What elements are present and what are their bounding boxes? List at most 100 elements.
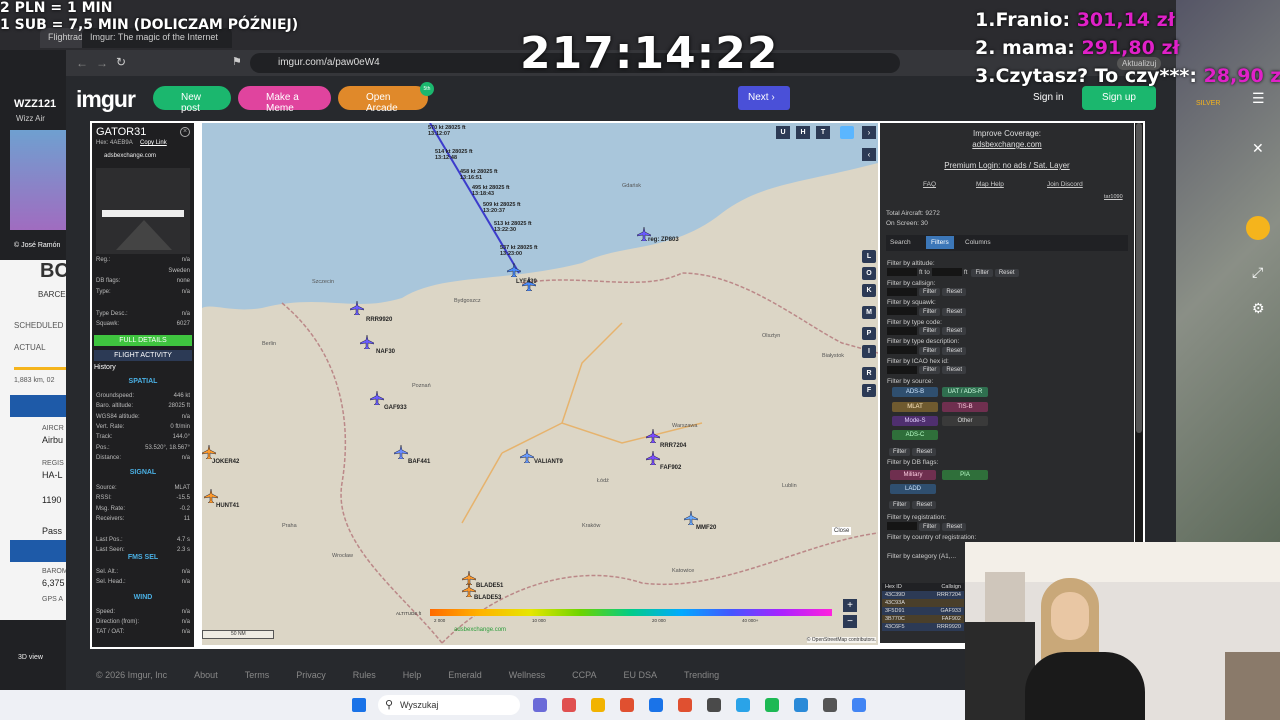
filter-button[interactable]: Filter xyxy=(889,448,911,456)
copy-link[interactable]: Copy Link xyxy=(140,140,167,146)
map-side-button[interactable]: O xyxy=(862,267,876,280)
table-row[interactable]: 43C93A xyxy=(882,599,964,607)
faq-link[interactable]: FAQ xyxy=(923,181,936,188)
footer-link[interactable]: Terms xyxy=(245,670,270,680)
open-arcade-button[interactable]: Open Arcade xyxy=(338,86,428,114)
filter-input[interactable] xyxy=(887,307,917,315)
lightroom-icon[interactable] xyxy=(823,698,837,712)
reset-button[interactable]: Reset xyxy=(942,346,967,355)
aircraft-icon[interactable] xyxy=(393,444,409,460)
settings-icon[interactable]: ⚙ xyxy=(1252,300,1265,317)
filter-button[interactable]: Filter xyxy=(919,522,941,531)
bookmark-icon[interactable]: ⚑ xyxy=(232,55,242,68)
filter-button[interactable]: Filter xyxy=(919,327,941,336)
table-row[interactable]: 43C39D RRR7204 xyxy=(882,591,964,599)
db-flag-tag[interactable]: Military xyxy=(890,470,936,480)
aircraft-icon[interactable] xyxy=(203,488,219,504)
source-filter-tag[interactable]: ADS-B xyxy=(892,387,938,397)
aircraft-icon[interactable] xyxy=(645,428,661,444)
close-icon[interactable]: ✕ xyxy=(1252,140,1264,157)
footer-link[interactable]: Privacy xyxy=(296,670,326,680)
aircraft-icon[interactable] xyxy=(349,300,365,316)
filter-input-max[interactable] xyxy=(931,268,962,276)
flight-map[interactable]: 570 kt 28025 ft 13:12:07 514 kt 28025 ft … xyxy=(202,123,878,645)
filter-button[interactable]: Filter xyxy=(919,366,941,375)
new-post-button[interactable]: New post xyxy=(153,86,231,114)
reset-button[interactable]: Reset xyxy=(912,501,937,509)
collapse-icon[interactable]: › xyxy=(862,126,876,139)
next-button[interactable]: Next › xyxy=(738,86,790,110)
improve-coverage-link[interactable]: adsbexchange.com xyxy=(880,140,1134,149)
make-meme-button[interactable]: Make a Meme xyxy=(238,86,331,114)
chrome-icon[interactable] xyxy=(852,698,866,712)
map-side-button[interactable]: K xyxy=(862,284,876,297)
store-icon[interactable] xyxy=(649,698,663,712)
taskbar-search[interactable]: ⚲ Wyszukaj xyxy=(378,695,520,715)
obs-icon[interactable] xyxy=(707,698,721,712)
source-filter-tag[interactable]: UAT / ADS-R xyxy=(942,387,988,397)
filter-input[interactable] xyxy=(887,326,917,335)
filter-input[interactable] xyxy=(887,287,917,296)
registration-input[interactable] xyxy=(887,522,917,530)
map-side-button[interactable]: P xyxy=(862,327,876,340)
footer-link[interactable]: Wellness xyxy=(509,670,545,680)
map-toggle-u[interactable]: U xyxy=(776,126,790,139)
full-details-button[interactable]: FULL DETAILS xyxy=(94,335,192,346)
source-filter-tag[interactable]: ADS-C xyxy=(892,430,938,440)
imgur-logo[interactable]: imgur xyxy=(76,86,136,113)
location-icon[interactable] xyxy=(1246,216,1270,240)
footer-link[interactable]: About xyxy=(194,670,218,680)
brave-beta-icon[interactable] xyxy=(678,698,692,712)
spotify-icon[interactable] xyxy=(765,698,779,712)
tab-filters[interactable]: Filters xyxy=(926,236,954,249)
map-side-button[interactable]: I xyxy=(862,345,876,358)
3d-view-button[interactable]: 3D view xyxy=(18,654,43,661)
close-sidebar-icon[interactable]: × xyxy=(180,127,190,137)
aircraft-icon[interactable] xyxy=(369,390,385,406)
table-row[interactable]: 3B770C FAF902 xyxy=(882,615,964,623)
discord-icon[interactable] xyxy=(533,698,547,712)
reload-icon[interactable]: ↻ xyxy=(116,55,126,69)
filter-input[interactable] xyxy=(887,346,917,354)
reset-button[interactable]: Reset xyxy=(912,448,937,456)
tar1090-link[interactable]: tar1090 xyxy=(1104,194,1123,200)
table-row[interactable]: 43C6F5 RRR9920 xyxy=(882,623,964,631)
footer-link[interactable]: Help xyxy=(403,670,422,680)
map-side-button[interactable]: M xyxy=(862,306,876,319)
messenger-icon[interactable] xyxy=(562,698,576,712)
aircraft-icon[interactable] xyxy=(359,334,375,350)
forward-icon[interactable]: → xyxy=(96,56,108,70)
footer-link[interactable]: Rules xyxy=(353,670,376,680)
footer-link[interactable]: Emerald xyxy=(448,670,482,680)
join-discord-link[interactable]: Join Discord xyxy=(1047,181,1083,188)
footer-link[interactable]: EU DSA xyxy=(623,670,657,680)
map-side-button[interactable]: L xyxy=(862,250,876,263)
menu-icon[interactable]: ☰ xyxy=(1252,90,1265,107)
map-side-button[interactable]: R xyxy=(862,367,876,380)
source-filter-tag[interactable]: TIS-B xyxy=(942,402,988,412)
filter-button[interactable]: Filter xyxy=(919,307,941,316)
photos-icon[interactable] xyxy=(736,698,750,712)
map-help-link[interactable]: Map Help xyxy=(976,181,1004,188)
tab-columns[interactable]: Columns xyxy=(965,239,991,246)
map-side-button[interactable]: F xyxy=(862,384,876,397)
fullscreen-icon[interactable]: ⤢ xyxy=(1252,264,1263,281)
aircraft-icon[interactable] xyxy=(202,444,217,460)
back-icon[interactable]: ← xyxy=(76,56,88,70)
footer-link[interactable]: Trending xyxy=(684,670,719,680)
aircraft-icon[interactable] xyxy=(506,262,522,278)
notepad-icon[interactable] xyxy=(794,698,808,712)
windows-start-icon[interactable] xyxy=(352,698,366,712)
reset-button[interactable]: Reset xyxy=(942,366,967,375)
db-flag-tag[interactable]: LADD xyxy=(890,484,936,494)
expand-icon[interactable]: ‹ xyxy=(862,148,876,161)
reset-button[interactable]: Reset xyxy=(994,268,1019,277)
premium-login-link[interactable]: Premium Login: no ads / Sat. Layer xyxy=(880,161,1134,170)
aircraft-icon[interactable] xyxy=(645,450,661,466)
footer-link[interactable]: CCPA xyxy=(572,670,596,680)
aircraft-icon[interactable] xyxy=(519,448,535,464)
flight-activity-button[interactable]: FLIGHT ACTIVITY xyxy=(94,350,192,361)
table-row[interactable]: 3F5D91 GAF933 xyxy=(882,607,964,615)
filter-input[interactable] xyxy=(887,365,917,374)
reset-button[interactable]: Reset xyxy=(942,522,967,531)
